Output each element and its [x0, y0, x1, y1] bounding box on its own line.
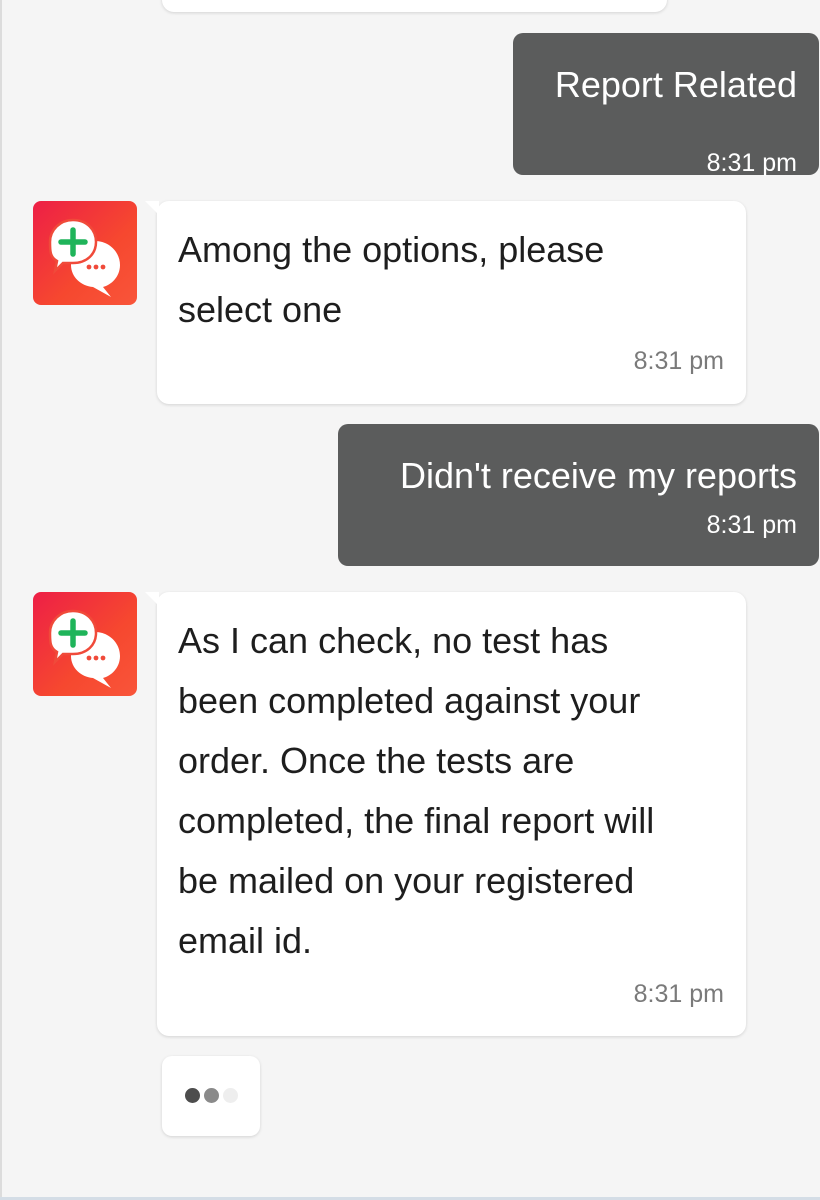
bot-message-line: completed, the final report will	[178, 800, 655, 841]
bot-message-text: Among the options, please select one	[178, 220, 604, 340]
bot-message-line: order. Once the tests are	[178, 740, 575, 781]
typing-dot	[223, 1088, 238, 1103]
bot-message-line: Among the options, please	[178, 229, 605, 270]
bot-message-bubble: Among the options, please select one 8:3…	[145, 201, 746, 404]
user-message-text: Report Related	[554, 64, 797, 105]
message-timestamp: 8:31 pm	[706, 511, 797, 539]
user-message-text: Didn't receive my reports	[399, 455, 797, 496]
message-timestamp: 8:31 pm	[706, 149, 797, 177]
bot-message-line: select one	[178, 289, 343, 330]
bot-message-line: be mailed on your registered	[178, 860, 635, 901]
typing-dot	[204, 1088, 219, 1103]
typing-indicator	[162, 1056, 260, 1136]
bot-message-bubble: As I can check, no test has been complet…	[145, 592, 746, 1036]
bot-message-line: been completed against your	[178, 680, 641, 721]
bubble-tail	[145, 592, 159, 606]
bot-avatar	[33, 592, 137, 696]
chat-bubbles-plus-icon	[48, 609, 120, 688]
message-timestamp: 8:31 pm	[633, 347, 724, 375]
message-timestamp: 8:31 pm	[633, 980, 724, 1008]
bubble-tail	[145, 201, 159, 215]
bot-message-text: As I can check, no test has been complet…	[178, 611, 654, 971]
bot-avatar	[33, 201, 137, 305]
chat-bubbles-plus-icon	[48, 218, 120, 297]
typing-dot	[185, 1088, 200, 1103]
user-message-bubble: Didn't receive my reports 8:31 pm	[338, 424, 819, 566]
bot-message-line: email id.	[178, 920, 313, 961]
user-message-bubble: Report Related 8:31 pm	[513, 33, 819, 177]
bot-message-line: As I can check, no test has	[178, 620, 609, 661]
previous-bot-bubble	[162, 0, 667, 12]
page-left-border	[0, 0, 2, 1200]
